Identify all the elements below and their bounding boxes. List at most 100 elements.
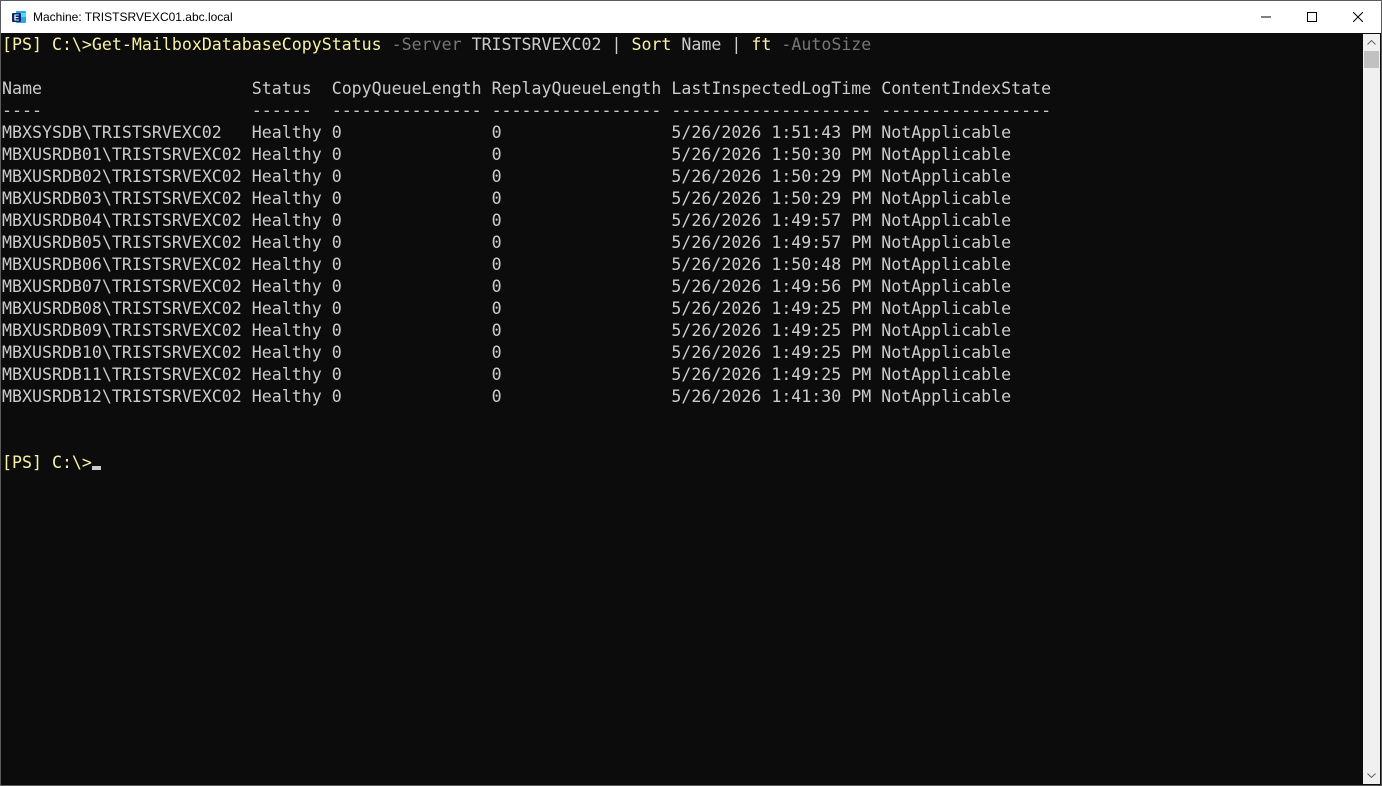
cell-last-inspected-log-time: 5/26/2026 1:49:57 PM bbox=[671, 233, 872, 252]
cell-name: MBXSYSDB\TRISTSRVEXC02 bbox=[2, 123, 222, 142]
table-row: MBXUSRDB08\TRISTSRVEXC02 Healthy 0 0 5/2… bbox=[2, 298, 1362, 320]
command: ft bbox=[751, 35, 772, 54]
cell-replay-queue-length: 0 bbox=[491, 387, 502, 406]
cell-last-inspected-log-time: 5/26/2026 1:49:25 PM bbox=[671, 321, 872, 340]
cell-status: Healthy bbox=[251, 387, 322, 406]
cell-replay-queue-length: ----------------- bbox=[491, 101, 662, 120]
pipe: | bbox=[731, 35, 742, 54]
cell-content-index-state: NotApplicable bbox=[881, 365, 1012, 384]
cell-copy-queue-length: 0 bbox=[331, 189, 342, 208]
cell-last-inspected-log-time: 5/26/2026 1:49:25 PM bbox=[671, 365, 872, 384]
parameter: -AutoSize bbox=[781, 35, 872, 54]
cell-last-inspected-log-time: 5/26/2026 1:50:48 PM bbox=[671, 255, 872, 274]
table-header-underline: ---- ------ --------------- ------------… bbox=[2, 100, 1362, 122]
title-bar[interactable]: E Machine: TRISTSRVEXC01.abc.local bbox=[1, 1, 1381, 33]
cell-copy-queue-length: 0 bbox=[331, 277, 342, 296]
cell-last-inspected-log-time: 5/26/2026 1:51:43 PM bbox=[671, 123, 872, 142]
cell-last-inspected-log-time: 5/26/2026 1:50:29 PM bbox=[671, 189, 872, 208]
pipe: | bbox=[611, 35, 622, 54]
table-row: MBXUSRDB06\TRISTSRVEXC02 Healthy 0 0 5/2… bbox=[2, 254, 1362, 276]
cell-name: MBXUSRDB07\TRISTSRVEXC02 bbox=[2, 277, 242, 296]
argument: Name bbox=[681, 35, 722, 54]
chevron-up-icon bbox=[1367, 40, 1376, 45]
cell-name: MBXUSRDB11\TRISTSRVEXC02 bbox=[2, 365, 242, 384]
cell-status: Healthy bbox=[251, 211, 322, 230]
svg-text:E: E bbox=[14, 14, 20, 23]
cell-status: Healthy bbox=[251, 123, 322, 142]
close-button[interactable] bbox=[1335, 1, 1381, 33]
cell-name: MBXUSRDB10\TRISTSRVEXC02 bbox=[2, 343, 242, 362]
cell-content-index-state: NotApplicable bbox=[881, 145, 1012, 164]
table-row: MBXUSRDB01\TRISTSRVEXC02 Healthy 0 0 5/2… bbox=[2, 144, 1362, 166]
table-row: MBXUSRDB11\TRISTSRVEXC02 Healthy 0 0 5/2… bbox=[2, 364, 1362, 386]
cell-name: MBXUSRDB01\TRISTSRVEXC02 bbox=[2, 145, 242, 164]
close-icon bbox=[1353, 12, 1363, 22]
cell-replay-queue-length: 0 bbox=[491, 145, 502, 164]
cell-copy-queue-length: 0 bbox=[331, 145, 342, 164]
scroll-thumb[interactable] bbox=[1364, 51, 1379, 68]
cell-status: Healthy bbox=[251, 321, 322, 340]
exchange-management-shell-icon: E bbox=[11, 9, 27, 25]
window-title: Machine: TRISTSRVEXC01.abc.local bbox=[33, 10, 233, 24]
text-cursor bbox=[91, 466, 101, 470]
cell-name: ---- bbox=[2, 101, 42, 120]
cell-last-inspected-log-time: 5/26/2026 1:49:56 PM bbox=[671, 277, 872, 296]
cell-last-inspected-log-time: 5/26/2026 1:49:57 PM bbox=[671, 211, 872, 230]
cell-content-index-state: NotApplicable bbox=[881, 123, 1012, 142]
cell-last-inspected-log-time: LastInspectedLogTime bbox=[671, 79, 872, 98]
cell-name: MBXUSRDB12\TRISTSRVEXC02 bbox=[2, 387, 242, 406]
cell-copy-queue-length: 0 bbox=[331, 343, 342, 362]
cell-content-index-state: NotApplicable bbox=[881, 343, 1012, 362]
cell-replay-queue-length: 0 bbox=[491, 233, 502, 252]
cell-replay-queue-length: 0 bbox=[491, 167, 502, 186]
cell-name: MBXUSRDB06\TRISTSRVEXC02 bbox=[2, 255, 242, 274]
cell-last-inspected-log-time: 5/26/2026 1:41:30 PM bbox=[671, 387, 872, 406]
command: Sort bbox=[631, 35, 672, 54]
table-row: MBXUSRDB04\TRISTSRVEXC02 Healthy 0 0 5/2… bbox=[2, 210, 1362, 232]
table-row: MBXUSRDB07\TRISTSRVEXC02 Healthy 0 0 5/2… bbox=[2, 276, 1362, 298]
cell-copy-queue-length: 0 bbox=[331, 255, 342, 274]
maximize-button[interactable] bbox=[1289, 1, 1335, 33]
maximize-icon bbox=[1307, 12, 1317, 22]
scroll-up-button[interactable] bbox=[1363, 34, 1380, 51]
cell-copy-queue-length: CopyQueueLength bbox=[331, 79, 482, 98]
cell-replay-queue-length: 0 bbox=[491, 343, 502, 362]
cell-copy-queue-length: 0 bbox=[331, 123, 342, 142]
cell-content-index-state: NotApplicable bbox=[881, 387, 1012, 406]
cell-name: MBXUSRDB02\TRISTSRVEXC02 bbox=[2, 167, 242, 186]
cell-content-index-state: NotApplicable bbox=[881, 189, 1012, 208]
cell-status: Healthy bbox=[251, 145, 322, 164]
cell-content-index-state: NotApplicable bbox=[881, 255, 1012, 274]
console-output[interactable]: [PS] C:\> Get-MailboxDatabaseCopyStatus -… bbox=[2, 34, 1362, 784]
cell-content-index-state: ContentIndexState bbox=[881, 79, 1052, 98]
cell-last-inspected-log-time: 5/26/2026 1:50:30 PM bbox=[671, 145, 872, 164]
cell-copy-queue-length: 0 bbox=[331, 365, 342, 384]
cell-copy-queue-length: 0 bbox=[331, 321, 342, 340]
console-window: E Machine: TRISTSRVEXC01.abc.local [PS] … bbox=[0, 0, 1382, 786]
cell-last-inspected-log-time: 5/26/2026 1:49:25 PM bbox=[671, 299, 872, 318]
cell-copy-queue-length: 0 bbox=[331, 167, 342, 186]
cell-status: Healthy bbox=[251, 189, 322, 208]
argument: TRISTSRVEXC02 bbox=[471, 35, 602, 54]
cell-copy-queue-length: 0 bbox=[331, 387, 342, 406]
cell-status: Healthy bbox=[251, 167, 322, 186]
cell-last-inspected-log-time: -------------------- bbox=[671, 101, 872, 120]
cmdlet: Get-MailboxDatabaseCopyStatus bbox=[91, 35, 382, 54]
table-row: MBXUSRDB05\TRISTSRVEXC02 Healthy 0 0 5/2… bbox=[2, 232, 1362, 254]
cell-copy-queue-length: 0 bbox=[331, 211, 342, 230]
cell-replay-queue-length: 0 bbox=[491, 255, 502, 274]
cell-content-index-state: NotApplicable bbox=[881, 167, 1012, 186]
cell-copy-queue-length: 0 bbox=[331, 299, 342, 318]
minimize-icon bbox=[1261, 16, 1271, 18]
cell-status: Status bbox=[251, 79, 312, 98]
prompt-line[interactable]: [PS] C:\> bbox=[2, 452, 1362, 474]
table-row: MBXUSRDB02\TRISTSRVEXC02 Healthy 0 0 5/2… bbox=[2, 166, 1362, 188]
minimize-button[interactable] bbox=[1243, 1, 1289, 33]
scroll-down-button[interactable] bbox=[1363, 767, 1380, 784]
vertical-scrollbar[interactable] bbox=[1363, 34, 1380, 784]
cell-name: MBXUSRDB09\TRISTSRVEXC02 bbox=[2, 321, 242, 340]
cell-name: MBXUSRDB04\TRISTSRVEXC02 bbox=[2, 211, 242, 230]
cell-content-index-state: NotApplicable bbox=[881, 233, 1012, 252]
